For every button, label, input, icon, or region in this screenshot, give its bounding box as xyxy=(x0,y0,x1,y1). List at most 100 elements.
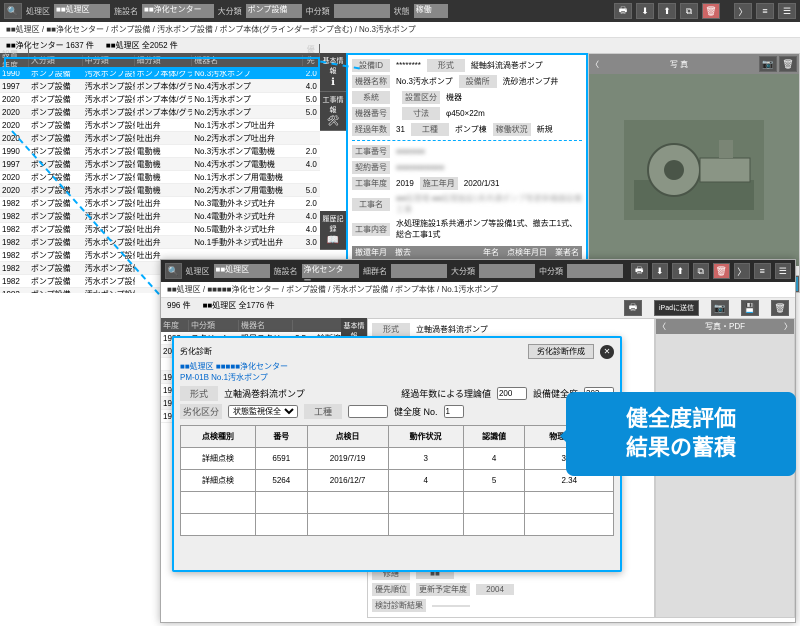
filter-select[interactable]: ■■処理区 xyxy=(214,264,270,278)
camera-icon[interactable]: 📷 xyxy=(711,300,729,316)
collapse-icon[interactable]: 〉 xyxy=(734,3,752,19)
eval-col: 番号 xyxy=(256,426,307,448)
table-row[interactable]: 1982ポンプ設備汚水ポンプ設備吐出弁No.3電動外ネジ式吐弁2.0 xyxy=(0,197,320,210)
filter-label: 大分類 xyxy=(218,6,242,17)
eval-row[interactable] xyxy=(181,514,614,536)
degradation-dialog: 劣化診断 劣化診断作成 ✕ ■■処理区 ■■■■■浄化センター PM-01B N… xyxy=(172,336,622,572)
work-type-input[interactable] xyxy=(348,405,388,418)
breadcrumb: ■■処理区 / ■■■■■浄化センター / ポンプ設備 / 汚水ポンプ設備 / … xyxy=(161,282,795,298)
copy-icon[interactable]: ⧉ xyxy=(680,3,698,19)
table-row[interactable]: 2020ポンプ設備汚水ポンプ設備吐出弁No.1汚水ポンプ吐出弁 xyxy=(0,119,320,132)
list-icon[interactable]: ≡ xyxy=(756,3,774,19)
table-row[interactable]: 2020ポンプ設備汚水ポンプ設備電動機No.1汚水ポンプ用電動機 xyxy=(0,171,320,184)
filter-label: 処理区 xyxy=(26,6,50,17)
col-name[interactable]: 機器名 xyxy=(192,55,302,66)
table-row[interactable]: 1997ポンプ設備汚水ポンプ設備ポンプ本体/グラインダーポンプ含No.4汚水ポン… xyxy=(0,80,320,93)
create-diagnosis-button[interactable]: 劣化診断作成 xyxy=(528,344,594,359)
table-row[interactable]: 1982ポンプ設備汚水ポンプ設備吐出弁No.4電動外ネジ式吐弁4.0 xyxy=(0,210,320,223)
table-row[interactable]: 1990ポンプ設備汚水ポンプ設備ポンプ本体/グラインダーポンプ含No.3汚水ポン… xyxy=(0,67,320,80)
delete-icon[interactable]: 🗑 xyxy=(713,263,730,279)
camera-icon[interactable]: 📷 xyxy=(759,56,777,72)
filter-label: 施設名 xyxy=(114,6,138,17)
col-detail[interactable]: 細分類 xyxy=(135,55,193,66)
theory-value-input[interactable] xyxy=(497,387,527,400)
top-toolbar: 🔍 処理区 ■■処理区 施設名 ■■浄化センター 大分類 ポンプ設備 中分類 状… xyxy=(0,0,800,22)
menu-icon[interactable]: ☰ xyxy=(775,263,792,279)
photo-panel: 〈 写 真 📷🗑 ● ○ ○ ○ ○ ○ ○ ○ ファイル名 コメント ✎ xyxy=(588,53,800,293)
breadcrumb: ■■処理区 / ■■浄化センター / ポンプ設備 / 汚水ポンプ設備 / ポンプ… xyxy=(0,22,800,38)
filter-select[interactable] xyxy=(391,264,447,278)
ipad-send-button[interactable]: iPadに送信 xyxy=(654,300,699,316)
tab-basic[interactable]: 基本情報ℹ xyxy=(320,53,346,92)
eval-col: 点検日 xyxy=(307,426,388,448)
eval-col: 認識値 xyxy=(463,426,525,448)
count-bar: ■■浄化センター 1637 件 ■■処理区 全2052 件 xyxy=(0,38,800,53)
dialog-equipment: PM-01B No.1汚水ポンプ xyxy=(180,372,614,383)
table-row[interactable]: 1982ポンプ設備汚水ポンプ設備吐出弁No.5電動外ネジ式吐弁4.0 xyxy=(0,223,320,236)
import-icon[interactable]: ⬆ xyxy=(672,263,689,279)
table-row[interactable]: 1982ポンプ設備汚水ポンプ設備吐出弁No.1手動外ネジ式吐出弁3.0 xyxy=(0,236,320,249)
filter-select-area[interactable]: ■■処理区 xyxy=(54,4,110,18)
save-icon[interactable]: 💾 xyxy=(741,300,759,316)
filter-select-status[interactable]: 稼働 xyxy=(414,4,448,18)
soundness-no-input[interactable] xyxy=(444,405,464,418)
trash-icon[interactable]: 🗑 xyxy=(771,300,789,316)
filter-select[interactable]: 浄化センター xyxy=(302,264,360,278)
pump-image xyxy=(624,120,764,220)
filter-select-facility[interactable]: ■■浄化センター xyxy=(142,4,214,18)
photo-tab-label: 写真・PDF xyxy=(705,321,745,332)
equipment-list-pane: 設置年度 大分類 中分類 細分類 機器名 優先度 1990ポンプ設備汚水ポンプ設… xyxy=(0,53,320,293)
close-icon[interactable]: ✕ xyxy=(600,345,614,359)
filter-select[interactable] xyxy=(567,264,623,278)
tab-history[interactable]: 履歴記録📖 xyxy=(320,211,346,250)
print-icon[interactable]: 🖶 xyxy=(624,300,642,316)
table-row[interactable]: 1997ポンプ設備汚水ポンプ設備電動機No.4汚水ポンプ電動機4.0 xyxy=(0,158,320,171)
print-icon[interactable]: 🖶 xyxy=(631,263,648,279)
filter-select-major[interactable]: ポンプ設備 xyxy=(246,4,302,18)
next-icon[interactable]: 〉 xyxy=(784,321,792,332)
eval-col: 動作状況 xyxy=(388,426,463,448)
eval-col: 点検種別 xyxy=(181,426,256,448)
search-icon[interactable]: 🔍 xyxy=(165,263,182,279)
table-row[interactable]: 1990ポンプ設備汚水ポンプ設備電動機No.3汚水ポンプ電動機2.0 xyxy=(0,145,320,158)
detail-panel: 設備ID********形式縦軸斜流渦巻ポンプ機器名称No.3汚水ポンプ設備所洗… xyxy=(346,53,588,293)
dialog-breadcrumb: ■■処理区 ■■■■■浄化センター xyxy=(180,361,614,372)
hammer-icon: 🛠 xyxy=(327,116,340,127)
print-icon[interactable]: 🖶 xyxy=(614,3,632,19)
info-icon: ℹ xyxy=(331,77,335,88)
prev-photo-icon[interactable]: 〈 xyxy=(591,59,599,70)
equipment-photo[interactable] xyxy=(589,74,799,266)
tab-work[interactable]: 工事情報🛠 xyxy=(320,92,346,131)
record-header: 撤還年月撤去 年名点検年月日業者名 xyxy=(352,246,582,259)
filter-select-mid[interactable] xyxy=(334,4,390,18)
search-icon[interactable]: 🔍 xyxy=(4,3,22,19)
eval-row[interactable] xyxy=(181,492,614,514)
table-row[interactable]: 2020ポンプ設備汚水ポンプ設備電動機No.2汚水ポンプ用電動機5.0 xyxy=(0,184,320,197)
table-row[interactable]: 2020ポンプ設備汚水ポンプ設備吐出弁No.2汚水ポンプ吐出弁 xyxy=(0,132,320,145)
table-header: 設置年度 大分類 中分類 細分類 機器名 優先度 xyxy=(0,53,320,67)
degradation-class-select[interactable]: 状態監視保全 xyxy=(228,405,298,418)
export-icon[interactable]: ⬇ xyxy=(652,263,669,279)
photo-tab-label: 写 真 xyxy=(670,59,688,70)
trash-icon[interactable]: 🗑 xyxy=(779,56,797,72)
count-right: ■■処理区 全2052 件 xyxy=(106,40,178,51)
copy-icon[interactable]: ⧉ xyxy=(693,263,710,279)
table-row[interactable]: 2020ポンプ設備汚水ポンプ設備ポンプ本体/グラインダーポンプ含No.1汚水ポン… xyxy=(0,93,320,106)
eval-row[interactable]: 詳細点検52642016/12/7452.34 xyxy=(181,470,614,492)
import-icon[interactable]: ⬆ xyxy=(658,3,676,19)
filter-select[interactable] xyxy=(479,264,535,278)
eval-row[interactable]: 詳細点検65912019/7/19343.71 xyxy=(181,448,614,470)
dialog-title: 劣化診断 xyxy=(180,346,212,357)
filter-label: 状態 xyxy=(394,6,410,17)
col-mid[interactable]: 中分類 xyxy=(83,55,135,66)
feature-callout: 健全度評価 結果の蓄積 xyxy=(566,392,796,476)
collapse-icon[interactable]: 〉 xyxy=(734,263,751,279)
menu-icon[interactable]: ☰ xyxy=(778,3,796,19)
export-icon[interactable]: ⬇ xyxy=(636,3,654,19)
prev-icon[interactable]: 〈 xyxy=(658,321,666,332)
table-row[interactable]: 2020ポンプ設備汚水ポンプ設備ポンプ本体/グラインダーポンプ含No.2汚水ポン… xyxy=(0,106,320,119)
list-icon[interactable]: ≡ xyxy=(754,263,771,279)
count-left: 996 件 xyxy=(167,300,191,316)
delete-icon[interactable]: 🗑 xyxy=(702,3,720,19)
col-major[interactable]: 大分類 xyxy=(29,55,83,66)
